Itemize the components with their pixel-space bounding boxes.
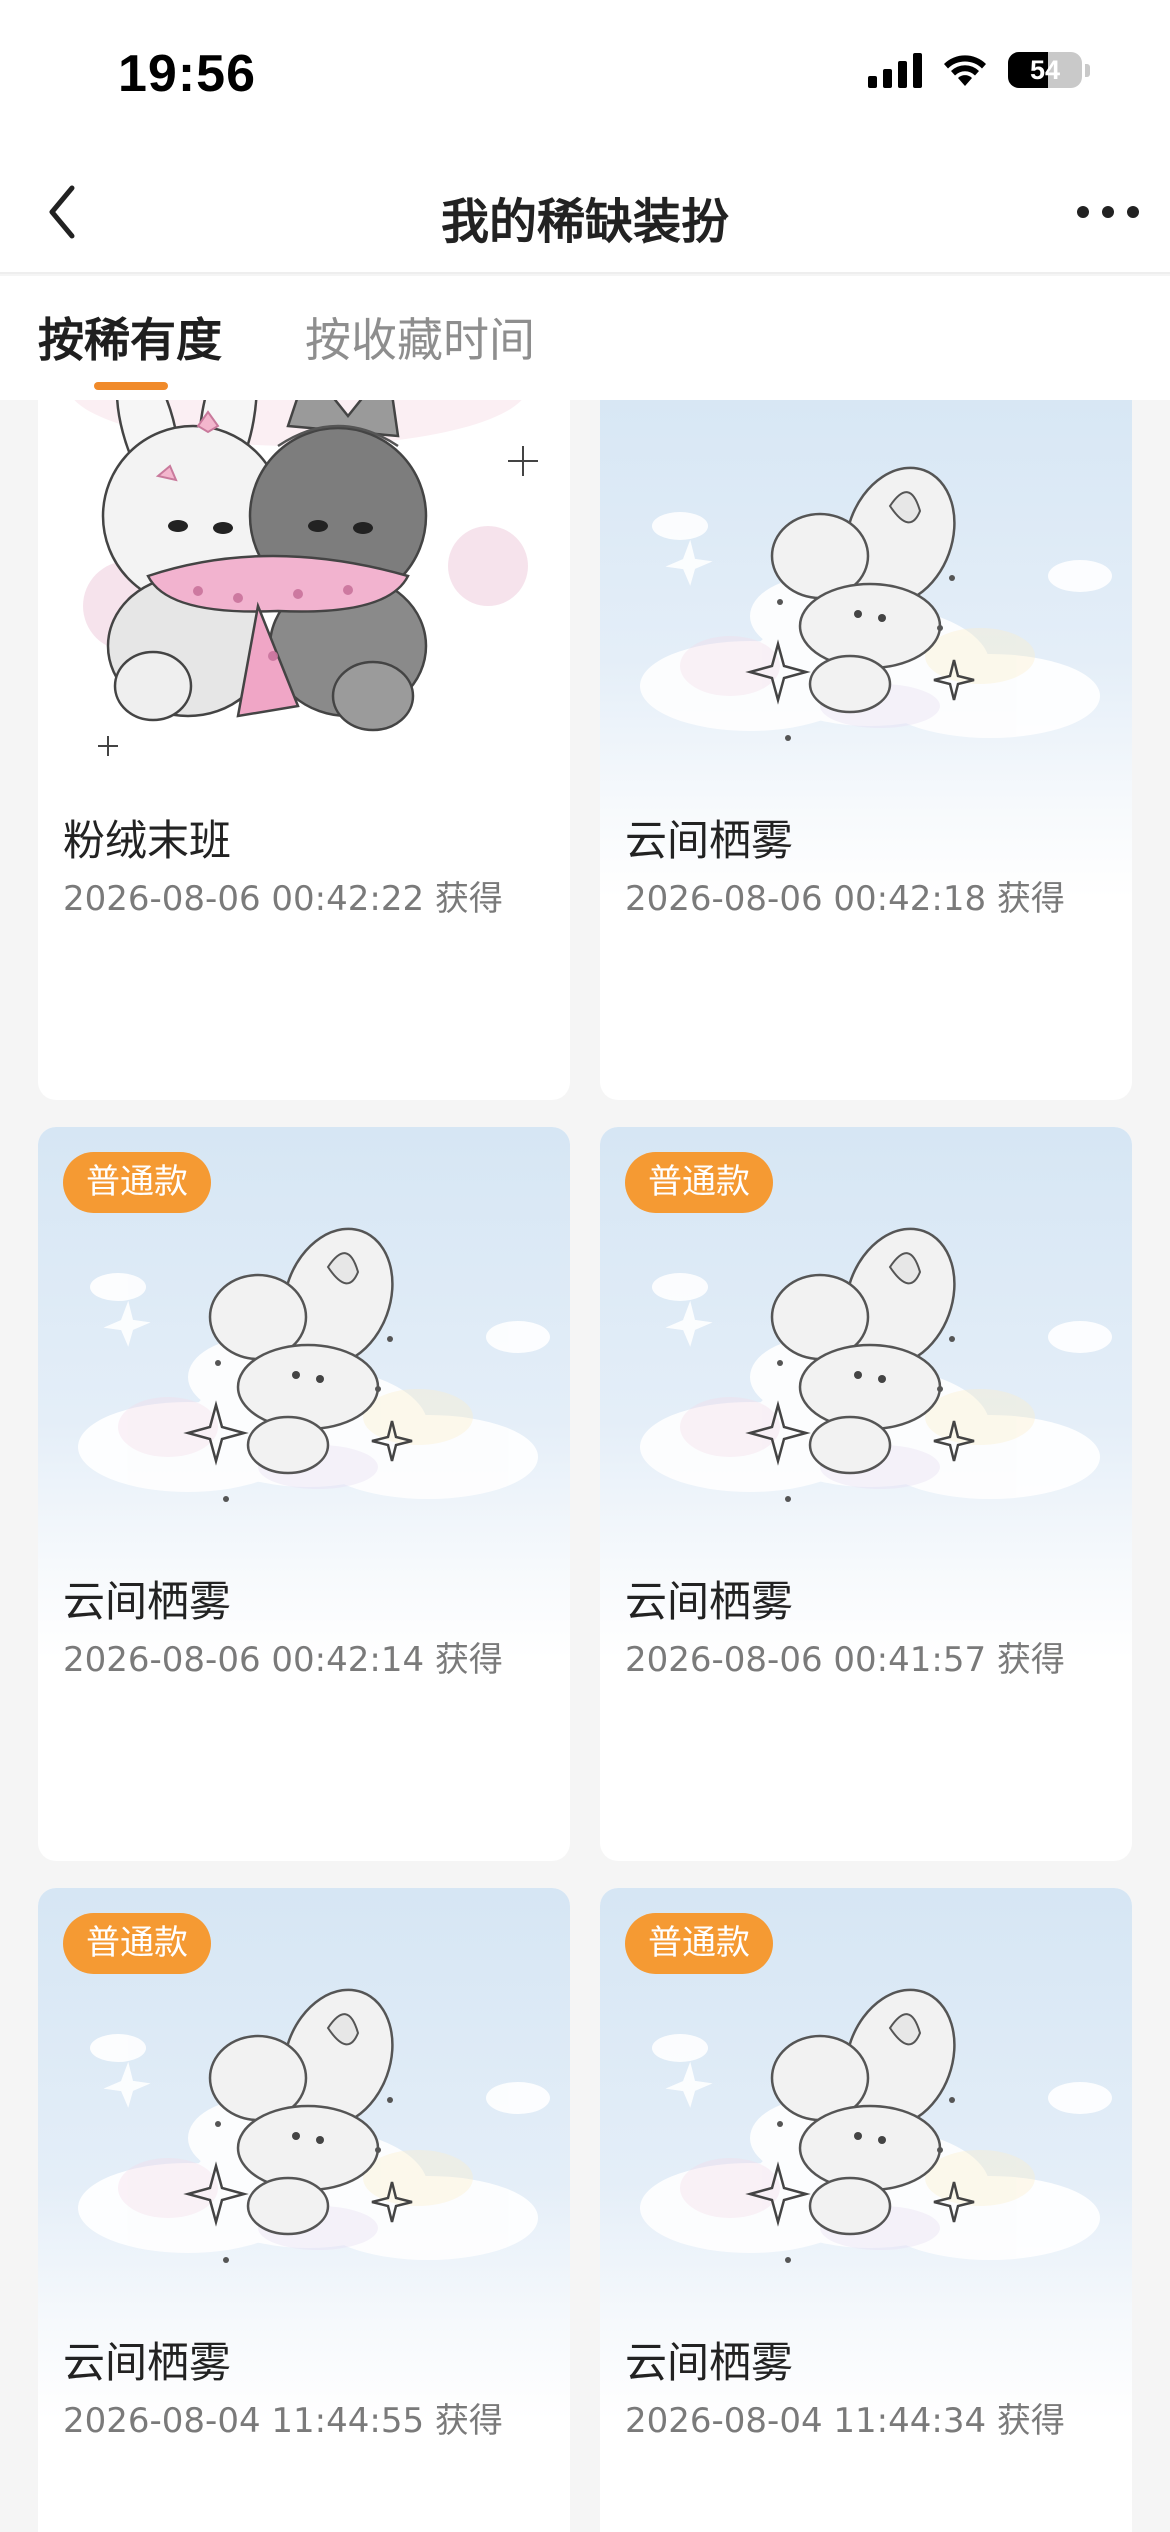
more-horizontal-icon (1077, 206, 1139, 218)
item-card[interactable]: 云间栖雾 2026-08-06 00:42:18 获得 (600, 400, 1132, 1100)
item-card[interactable]: 普通款 云间栖雾 2026-08-04 11:44:55 获得 (38, 1888, 570, 2532)
active-tab-indicator (94, 382, 168, 390)
page-title: 我的稀缺装扮 (440, 194, 729, 250)
item-card[interactable]: 普通款 云间栖雾 2026-08-06 00:42:14 获得 (38, 1127, 570, 1861)
rarity-badge: 普通款 (625, 1152, 773, 1213)
items-grid: 粉绒末班 2026-08-06 00:42:22 获得 云间栖雾 2026-08… (38, 400, 1132, 2532)
sort-tabs: 按稀有度 按收藏时间 (0, 276, 1170, 400)
rarity-badge: 普通款 (63, 1913, 211, 1974)
item-acquired-date: 2026-08-04 11:44:34 获得 (625, 2401, 1065, 2441)
battery-icon: 54 (1008, 52, 1090, 88)
item-card[interactable]: 粉绒末班 2026-08-06 00:42:22 获得 (38, 400, 570, 1100)
item-acquired-date: 2026-08-06 00:41:57 获得 (625, 1640, 1065, 1680)
cellular-signal-icon (868, 52, 922, 88)
status-time: 19:56 (118, 45, 256, 103)
item-acquired-date: 2026-08-04 11:44:55 获得 (63, 2401, 503, 2441)
item-card[interactable]: 普通款 云间栖雾 2026-08-06 00:41:57 获得 (600, 1127, 1132, 1861)
item-acquired-date: 2026-08-06 00:42:14 获得 (63, 1640, 503, 1680)
item-name: 云间栖雾 (625, 2338, 794, 2387)
items-scroll-area[interactable]: 粉绒末班 2026-08-06 00:42:22 获得 云间栖雾 2026-08… (0, 400, 1170, 2532)
more-button[interactable] (1068, 180, 1148, 244)
item-acquired-date: 2026-08-06 00:42:22 获得 (63, 879, 503, 919)
item-name: 云间栖雾 (63, 1577, 232, 1626)
item-name: 云间栖雾 (63, 2338, 232, 2387)
battery-percentage: 54 (1029, 54, 1061, 85)
navigation-bar: 我的稀缺装扮 (0, 150, 1170, 274)
item-card[interactable]: 普通款 云间栖雾 2026-08-04 11:44:34 获得 (600, 1888, 1132, 2532)
item-name: 云间栖雾 (625, 816, 794, 865)
item-name: 云间栖雾 (625, 1577, 794, 1626)
status-bar: 19:56 54 (0, 0, 1170, 150)
item-name: 粉绒末班 (63, 816, 232, 865)
tab-by-rarity[interactable]: 按稀有度 (38, 304, 222, 370)
rarity-badge: 普通款 (63, 1152, 211, 1213)
tab-by-collect-time[interactable]: 按收藏时间 (305, 304, 535, 370)
wifi-icon (944, 55, 986, 86)
status-icons: 54 (868, 52, 1090, 88)
item-acquired-date: 2026-08-06 00:42:18 获得 (625, 879, 1065, 919)
rarity-badge: 普通款 (625, 1913, 773, 1974)
